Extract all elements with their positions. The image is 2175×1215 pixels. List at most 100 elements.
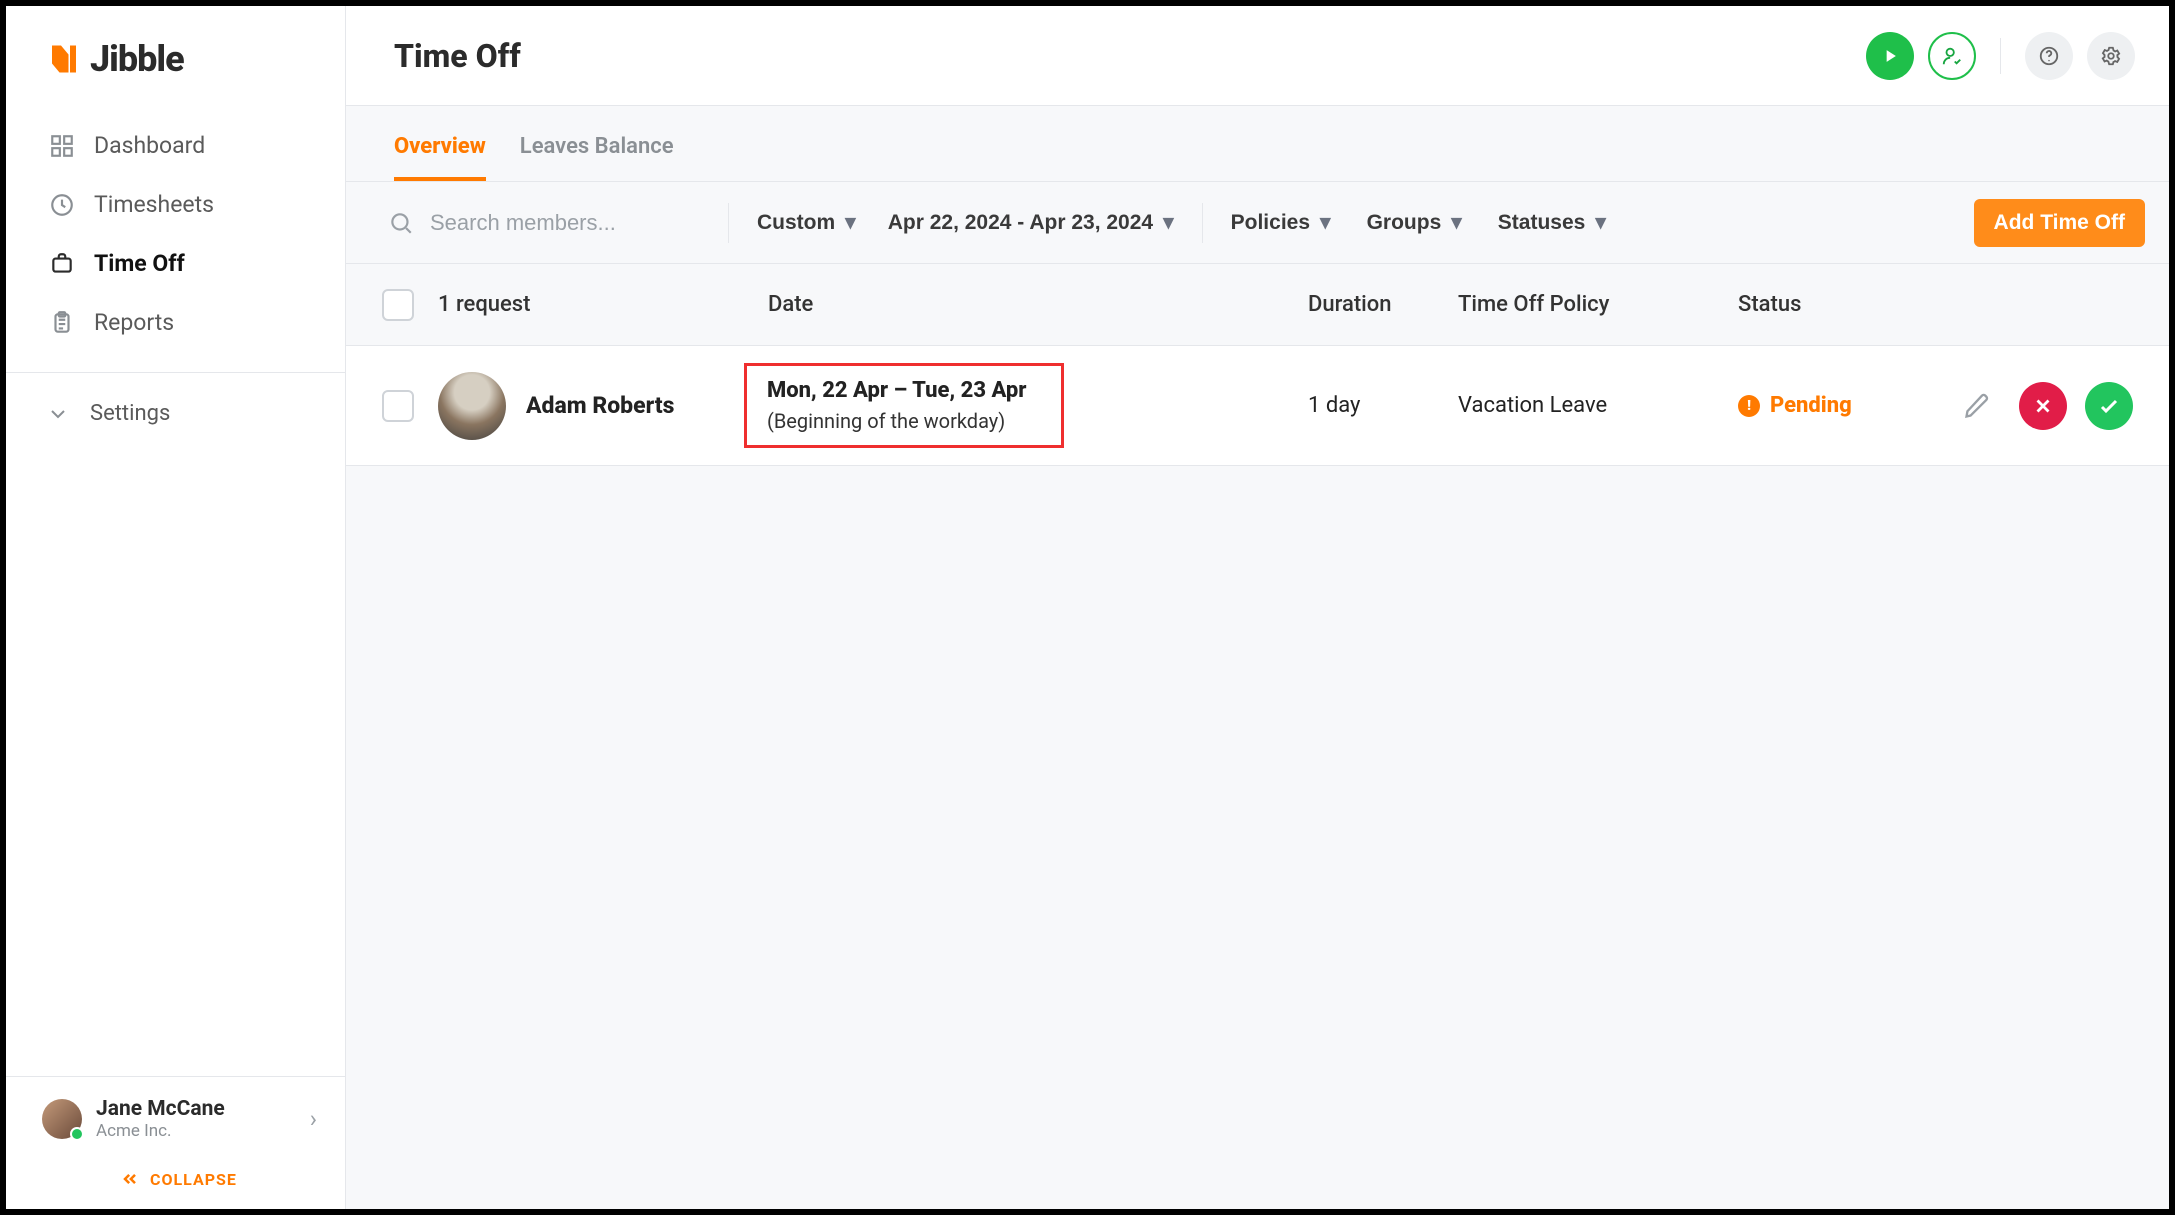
search-icon [388, 210, 414, 236]
column-header-status: Status [1738, 292, 1938, 317]
brand-logo: Jibble [6, 6, 345, 106]
tab-label: Leaves Balance [520, 134, 674, 159]
settings-button[interactable] [2087, 32, 2135, 80]
duration-text: 1 day [1308, 393, 1458, 418]
caret-down-icon: ▾ [845, 210, 856, 235]
edit-button[interactable] [1953, 382, 2001, 430]
caret-down-icon: ▾ [1595, 210, 1606, 235]
topbar: Time Off [346, 6, 2169, 106]
tab-leaves-balance[interactable]: Leaves Balance [520, 124, 674, 181]
main: Time Off Overview [346, 6, 2169, 1209]
date-range-text: Mon, 22 Apr – Tue, 23 Apr [767, 378, 1041, 403]
search-input[interactable] [428, 209, 688, 237]
content: Overview Leaves Balance Custom ▾ Apr 22,… [346, 106, 2169, 1209]
reject-button[interactable] [2019, 382, 2067, 430]
sidebar-item-label: Timesheets [94, 191, 214, 218]
caret-down-icon: ▾ [1451, 210, 1462, 235]
sidebar-item-label: Reports [94, 309, 174, 336]
page-title: Time Off [394, 37, 521, 75]
user-meta: Jane McCane Acme Inc. [96, 1097, 296, 1141]
column-header-duration: Duration [1308, 292, 1458, 317]
pencil-icon [1963, 392, 1991, 420]
topbar-actions [1866, 32, 2135, 80]
sidebar-footer: Jane McCane Acme Inc. › COLLAPSE [6, 1076, 345, 1209]
grid-icon [46, 133, 78, 159]
play-icon [1880, 46, 1900, 66]
sidebar-item-label: Dashboard [94, 132, 205, 159]
user-name: Jane McCane [96, 1097, 296, 1121]
brand-mark-icon [46, 41, 82, 77]
member-cell: Adam Roberts [438, 372, 768, 440]
sidebar-item-reports[interactable]: Reports [6, 293, 345, 352]
sidebar-item-label: Time Off [94, 250, 185, 277]
member-name: Adam Roberts [526, 392, 674, 419]
request-count: 1 request [438, 292, 768, 317]
divider [6, 372, 345, 373]
suitcase-icon [46, 251, 78, 277]
user-check-button[interactable] [1928, 32, 1976, 80]
divider [2000, 38, 2001, 74]
play-button[interactable] [1866, 32, 1914, 80]
check-icon [2097, 394, 2121, 418]
chevron-right-icon: › [310, 1105, 317, 1133]
user-card[interactable]: Jane McCane Acme Inc. › [6, 1077, 345, 1155]
tabs: Overview Leaves Balance [346, 106, 2169, 182]
user-check-icon [1941, 45, 1963, 67]
divider [1202, 203, 1203, 243]
collapse-label: COLLAPSE [150, 1170, 237, 1189]
policies-dropdown[interactable]: Policies ▾ [1225, 202, 1337, 243]
sidebar-item-dashboard[interactable]: Dashboard [6, 116, 345, 175]
approve-button[interactable] [2085, 382, 2133, 430]
filter-label: Policies [1231, 211, 1310, 235]
exclamation-icon: ! [1738, 395, 1760, 417]
table-header: 1 request Date Duration Time Off Policy … [346, 264, 2169, 346]
sidebar-item-timesheets[interactable]: Timesheets [6, 175, 345, 234]
groups-dropdown[interactable]: Groups ▾ [1361, 202, 1468, 243]
presence-dot-icon [70, 1127, 84, 1141]
close-icon [2032, 395, 2054, 417]
avatar [438, 372, 506, 440]
add-time-off-button[interactable]: Add Time Off [1974, 199, 2145, 247]
highlight-box: Mon, 22 Apr – Tue, 23 Apr (Beginning of … [744, 363, 1064, 448]
collapse-button[interactable]: COLLAPSE [6, 1155, 345, 1209]
status-badge: ! Pending [1738, 393, 1938, 418]
column-header-date: Date [768, 292, 1308, 317]
sidebar: Jibble Dashboard Timesheets Time Off [6, 6, 346, 1209]
row-checkbox[interactable] [382, 390, 414, 422]
policy-text: Vacation Leave [1458, 393, 1738, 418]
gear-icon [2100, 45, 2122, 67]
sidebar-item-label: Settings [90, 401, 170, 426]
range-type-dropdown[interactable]: Custom ▾ [751, 202, 862, 243]
statuses-dropdown[interactable]: Statuses ▾ [1492, 202, 1612, 243]
chevrons-left-icon [120, 1169, 140, 1189]
select-all-checkbox[interactable] [382, 289, 414, 321]
filter-label: Groups [1367, 211, 1442, 235]
chevron-down-icon [46, 402, 70, 426]
clock-icon [46, 192, 78, 218]
status-text: Pending [1770, 393, 1852, 418]
help-button[interactable] [2025, 32, 2073, 80]
date-note-text: (Beginning of the workday) [767, 409, 1041, 433]
filter-label: Apr 22, 2024 - Apr 23, 2024 [888, 211, 1153, 235]
table-row[interactable]: Adam Roberts Mon, 22 Apr – Tue, 23 Apr (… [346, 346, 2169, 466]
column-header-policy: Time Off Policy [1458, 292, 1738, 317]
search-box [382, 209, 706, 237]
date-cell: Mon, 22 Apr – Tue, 23 Apr (Beginning of … [768, 363, 1308, 448]
tab-overview[interactable]: Overview [394, 124, 486, 181]
filter-label: Custom [757, 211, 835, 235]
avatar [42, 1099, 82, 1139]
user-org: Acme Inc. [96, 1121, 296, 1141]
filter-label: Statuses [1498, 211, 1586, 235]
app-frame: Jibble Dashboard Timesheets Time Off [0, 0, 2175, 1215]
help-icon [2038, 45, 2060, 67]
caret-down-icon: ▾ [1320, 210, 1331, 235]
filter-row: Custom ▾ Apr 22, 2024 - Apr 23, 2024 ▾ P… [346, 182, 2169, 264]
sidebar-item-settings[interactable]: Settings [6, 383, 345, 444]
divider [728, 203, 729, 243]
caret-down-icon: ▾ [1163, 210, 1174, 235]
sidebar-item-time-off[interactable]: Time Off [6, 234, 345, 293]
clipboard-icon [46, 310, 78, 336]
date-range-dropdown[interactable]: Apr 22, 2024 - Apr 23, 2024 ▾ [882, 202, 1180, 243]
sidebar-nav: Dashboard Timesheets Time Off Reports [6, 106, 345, 362]
tab-label: Overview [394, 134, 486, 159]
